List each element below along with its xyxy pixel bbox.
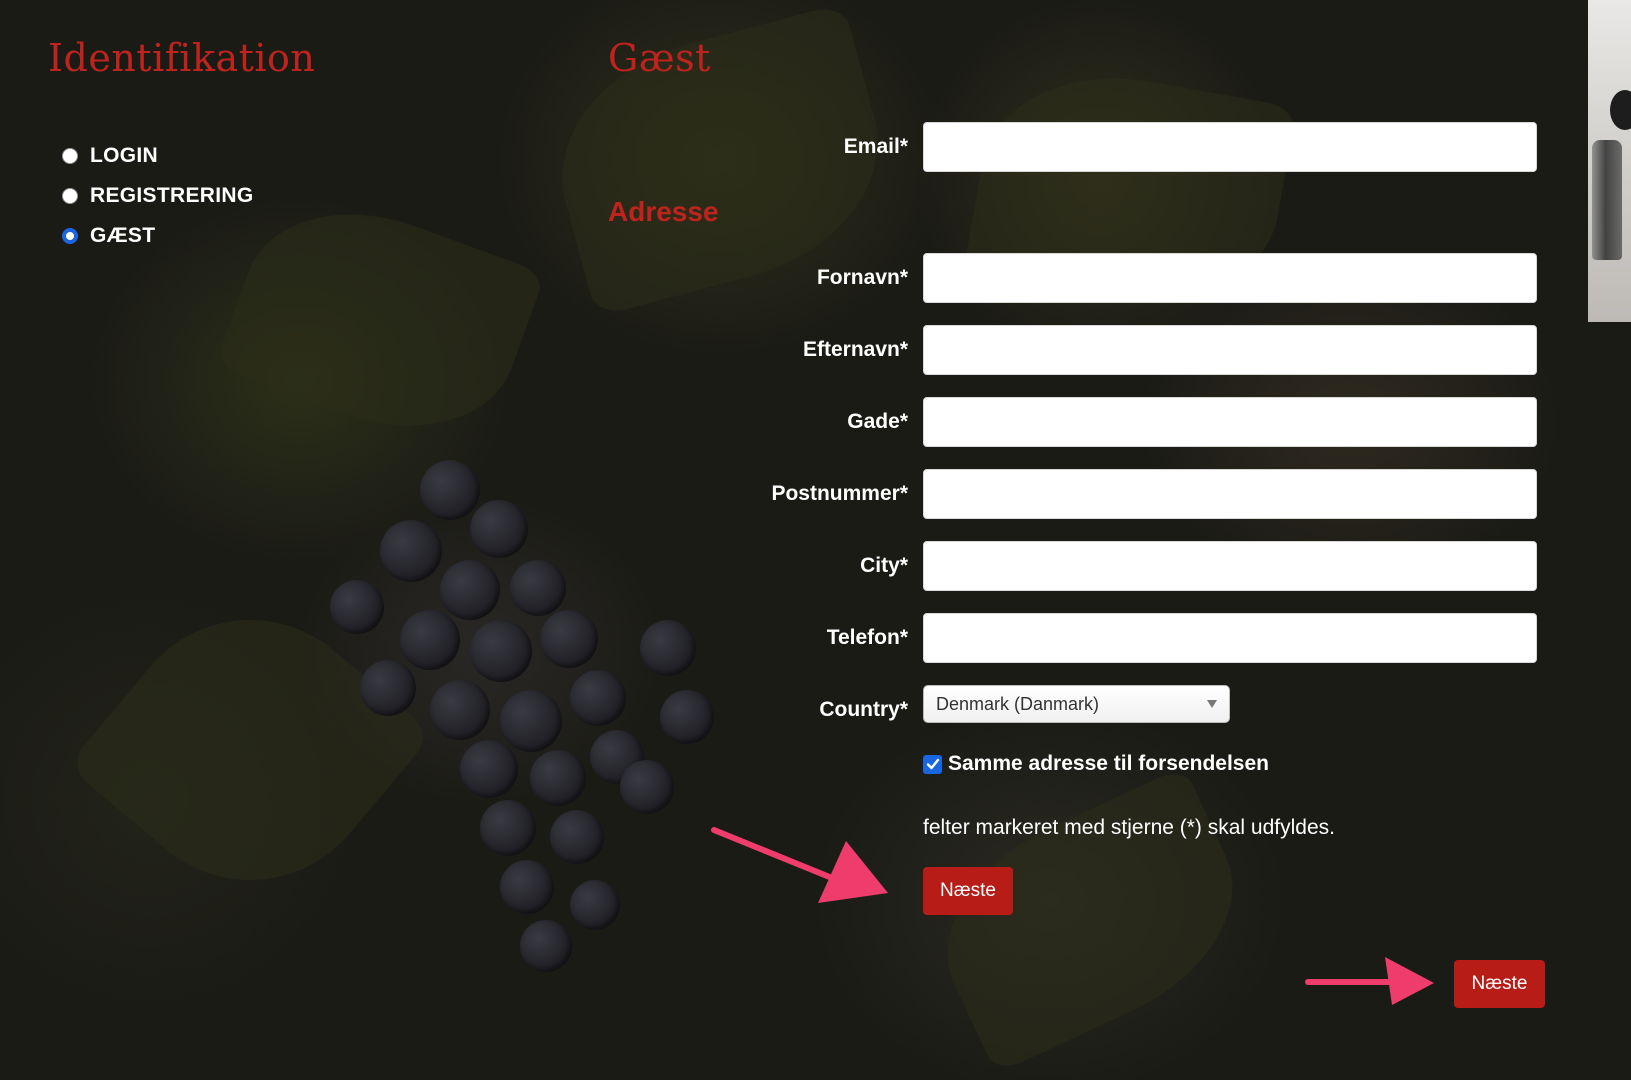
first-name-label: Fornavn* [816,266,908,289]
background-grape [530,750,586,806]
phone-label: Telefon* [826,626,908,649]
same-address-checkbox[interactable] [923,754,942,774]
background-grape [470,500,528,558]
background-grape [500,860,554,914]
background-grape [570,880,620,930]
required-fields-note: felter markeret med stjerne (*) skal udf… [923,816,1335,839]
postal-code-label: Postnummer* [771,482,908,505]
background-grape [360,660,416,716]
login-radio[interactable] [62,148,78,164]
street-label: Gade* [847,410,908,433]
phone-input[interactable] [923,613,1537,663]
registration-label: REGISTRERING [90,184,254,207]
background-grape [470,620,532,682]
postal-code-input[interactable] [923,469,1537,519]
login-label: LOGIN [90,144,158,167]
side-photo-shadow [1610,90,1631,130]
city-label: City* [860,554,908,577]
background-grape [430,680,490,740]
background-leaf [214,178,546,462]
country-select[interactable]: Denmark (Danmark) [923,685,1230,723]
side-photo-glass [1592,140,1622,260]
background-grape [500,690,562,752]
background-grape [440,560,500,620]
last-name-label: Efternavn* [802,338,908,361]
background-grape [620,760,674,814]
next-button[interactable]: Næste [923,867,1013,915]
address-title: Adresse [608,196,719,227]
checkmark-icon [926,758,939,770]
country-label: Country* [819,698,908,721]
background-grape [480,800,536,856]
guest-label: GÆST [90,224,156,247]
chevron-down-icon [1207,700,1217,708]
first-name-input[interactable] [923,253,1537,303]
background-grape [510,560,566,616]
city-input[interactable] [923,541,1537,591]
guest-title: Gæst [608,36,711,80]
next-button-bottom[interactable]: Næste [1454,960,1545,1008]
identification-title: Identifikation [48,36,316,80]
side-photo [1588,0,1631,322]
radio-option-login[interactable]: LOGIN [62,136,253,176]
background-grape [550,810,604,864]
street-input[interactable] [923,397,1537,447]
background-grape [330,580,384,634]
last-name-input[interactable] [923,325,1537,375]
background-grape [460,740,518,798]
email-input[interactable] [923,122,1537,172]
guest-radio[interactable] [62,228,78,244]
same-address-label: Samme adresse til forsendelsen [948,752,1269,775]
registration-radio[interactable] [62,188,78,204]
country-select-value: Denmark (Danmark) [936,693,1100,714]
radio-option-guest[interactable]: GÆST [62,216,253,256]
radio-option-registration[interactable]: REGISTRERING [62,176,253,216]
background-grape [540,610,598,668]
identification-options: LOGIN REGISTRERING GÆST [62,136,253,256]
background-grape [520,920,572,972]
background-grape [400,610,460,670]
background-grape [380,520,442,582]
background-leaf [911,765,1269,1075]
email-label: Email* [843,135,908,158]
background-grape [420,460,480,520]
same-address-option[interactable]: Samme adresse til forsendelsen [923,752,1269,776]
